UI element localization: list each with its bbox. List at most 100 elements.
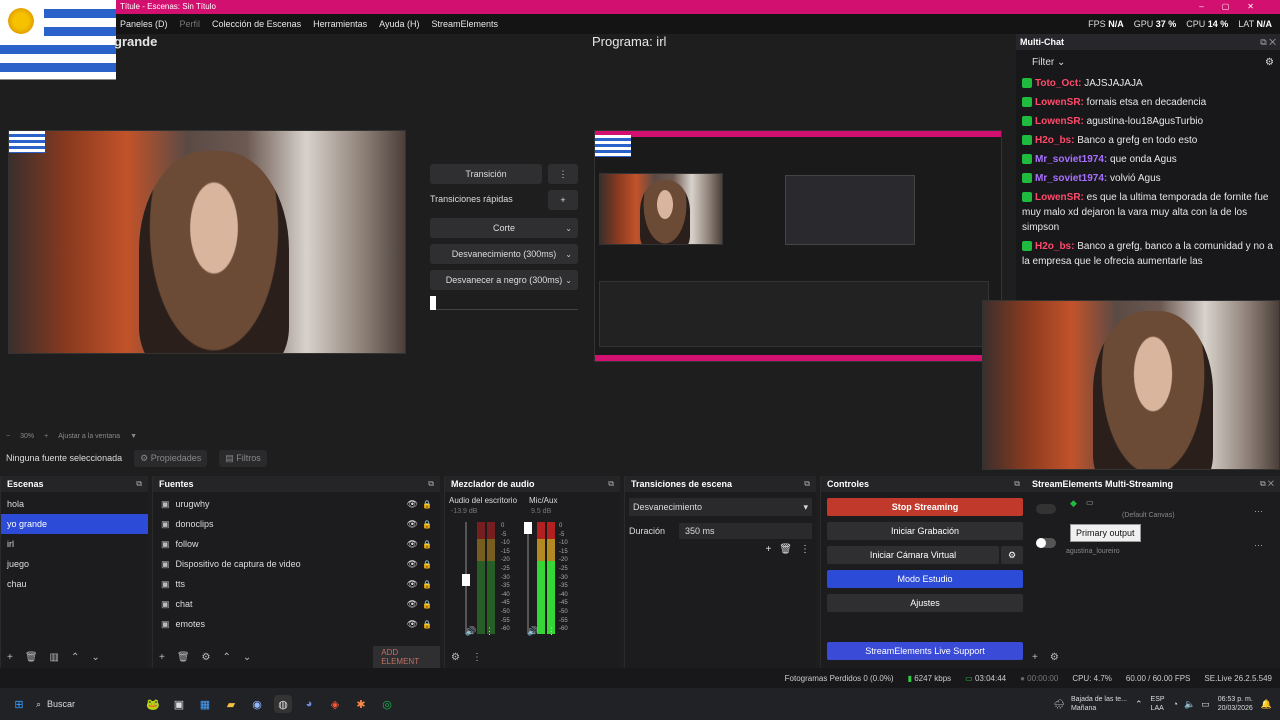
tbar-handle[interactable]	[430, 296, 436, 310]
desktop-volume-slider[interactable]	[462, 522, 470, 634]
program-canvas[interactable]	[594, 130, 1002, 362]
chat-username[interactable]: LowenSR:	[1035, 97, 1084, 108]
lock-icon[interactable]: 🔒	[422, 500, 432, 509]
spotify-icon[interactable]: ◎	[378, 695, 396, 713]
zoom-in-button[interactable]: +	[44, 433, 48, 440]
source-item[interactable]: ▣ Dispositivo de captura de video 👁 🔒	[153, 554, 440, 574]
add-icon[interactable]: +	[765, 544, 771, 555]
move-up-icon[interactable]: ⌃	[223, 652, 231, 663]
output-toggle[interactable]	[1036, 504, 1056, 514]
taskbar-search[interactable]: ⌕ Buscar	[36, 699, 136, 710]
visibility-icon[interactable]: 👁	[407, 519, 418, 530]
transition-menu-button[interactable]: ⋮	[548, 164, 578, 184]
scene-item[interactable]: hola	[1, 494, 148, 514]
add-icon[interactable]: +	[1032, 652, 1038, 663]
filter-icon[interactable]: ▥	[50, 652, 59, 663]
trash-icon[interactable]: 🗑	[25, 652, 38, 663]
transition-button[interactable]: Transición	[430, 164, 542, 184]
quick-transition-fade-black[interactable]: Desvanecer a negro (300ms) ⌄	[430, 270, 578, 290]
mic-kebab-icon[interactable]: ⋮	[547, 626, 556, 637]
mic-speaker-icon[interactable]: 🔊	[527, 626, 538, 637]
gear-icon[interactable]: ⚙	[202, 652, 211, 663]
chat-username[interactable]: LowenSR:	[1035, 116, 1084, 127]
lock-icon[interactable]: 🔒	[422, 600, 432, 609]
window-controls[interactable]: –▢✕	[1199, 0, 1272, 14]
dock-controls-icon[interactable]: ⧉ ✕	[1260, 479, 1274, 489]
wifi-icon[interactable]: ◔	[1173, 699, 1178, 710]
obs-icon[interactable]: ◍	[274, 695, 292, 713]
visibility-icon[interactable]: 👁	[407, 499, 418, 510]
popout-icon[interactable]: ⧉	[804, 479, 810, 489]
start-recording-button[interactable]: Iniciar Grabación	[827, 522, 1023, 540]
start-virtual-cam-button[interactable]: Iniciar Cámara Virtual	[827, 546, 999, 564]
task-view-icon[interactable]: ▣	[170, 695, 188, 713]
widgets-icon[interactable]: 🐸	[144, 695, 162, 713]
visibility-icon[interactable]: 👁	[407, 619, 418, 630]
store-icon[interactable]: ▦	[196, 695, 214, 713]
chat-username[interactable]: Toto_Oct:	[1035, 78, 1081, 89]
notification-icon[interactable]: 🔔	[1261, 699, 1272, 710]
add-quick-transition-button[interactable]: +	[548, 190, 578, 210]
filter-dropdown[interactable]: Filter ⌄	[1032, 57, 1065, 68]
tbar-slider[interactable]	[430, 296, 578, 310]
chat-username[interactable]: Mr_soviet1974:	[1035, 154, 1107, 165]
output-toggle-2[interactable]	[1036, 538, 1056, 548]
lock-icon[interactable]: 🔒	[422, 520, 432, 529]
more-icon[interactable]: ⋯	[1254, 506, 1263, 517]
scene-item[interactable]: juego	[1, 554, 148, 574]
filters-button[interactable]: ▤ Filtros	[219, 449, 267, 467]
scene-item[interactable]: chau	[1, 574, 148, 594]
zoom-out-button[interactable]: −	[6, 433, 10, 440]
visibility-icon[interactable]: 👁	[407, 579, 418, 590]
trash-icon[interactable]: 🗑	[177, 652, 190, 663]
move-up-icon[interactable]: ⌃	[71, 652, 79, 663]
desktop-volume-handle[interactable]	[462, 574, 470, 586]
app-icon[interactable]: ✱	[352, 695, 370, 713]
kebab-icon[interactable]: ⋮	[800, 544, 810, 555]
add-icon[interactable]: +	[159, 652, 165, 663]
more-icon[interactable]: ⋯	[1254, 540, 1263, 551]
transition-select[interactable]: Desvanecimiento ▾	[629, 498, 812, 516]
lock-icon[interactable]: 🔒	[422, 560, 432, 569]
chevron-down-icon[interactable]: ▼	[130, 433, 137, 440]
add-element-button[interactable]: ADD ELEMENT	[373, 646, 440, 668]
popout-icon[interactable]: ⧉	[428, 479, 434, 489]
add-icon[interactable]: +	[7, 652, 13, 663]
chat-username[interactable]: Mr_soviet1974:	[1035, 173, 1107, 184]
scene-item[interactable]: yo grande	[1, 514, 148, 534]
menu-item-paneles-d-[interactable]: Paneles (D)	[120, 19, 168, 29]
visibility-icon[interactable]: 👁	[407, 559, 418, 570]
mixer-settings-icon[interactable]: ⚙	[451, 652, 460, 663]
chevron-up-icon[interactable]: ⌃	[1135, 699, 1143, 710]
popout-icon[interactable]: ⧉	[136, 479, 142, 489]
menu-item-streamelements[interactable]: StreamElements	[432, 19, 499, 29]
desktop-speaker-icon[interactable]: 🔊	[465, 626, 476, 637]
language-indicator[interactable]: ESP LAA	[1151, 695, 1165, 713]
trash-icon[interactable]: 🗑	[779, 544, 792, 555]
properties-button[interactable]: ⚙ Propiedades	[134, 449, 208, 467]
menu-item-perfil[interactable]: Perfil	[180, 19, 201, 29]
popout-icon[interactable]: ⧉	[608, 479, 614, 489]
live-support-button[interactable]: StreamElements Live Support	[827, 642, 1023, 660]
duration-input[interactable]: 350 ms	[679, 523, 812, 539]
visibility-icon[interactable]: 👁	[407, 599, 418, 610]
preview-canvas[interactable]	[8, 130, 406, 354]
kebab-icon[interactable]: ⋮	[472, 652, 482, 663]
source-item[interactable]: ▣ emotes 👁 🔒	[153, 614, 440, 634]
lock-icon[interactable]: 🔒	[422, 620, 432, 629]
source-item[interactable]: ▣ chat 👁 🔒	[153, 594, 440, 614]
clock[interactable]: 06:53 p. m. 20/03/2026	[1218, 695, 1253, 713]
chat-username[interactable]: H2o_bs:	[1035, 241, 1074, 252]
mic-volume-slider[interactable]	[524, 522, 532, 634]
lock-icon[interactable]: 🔒	[422, 580, 432, 589]
brave-icon[interactable]: ◈	[326, 695, 344, 713]
move-down-icon[interactable]: ⌄	[243, 652, 251, 663]
chat-username[interactable]: H2o_bs:	[1035, 135, 1074, 146]
quick-transition-cut[interactable]: Corte ⌄	[430, 218, 578, 238]
source-item[interactable]: ▣ donoclips 👁 🔒	[153, 514, 440, 534]
lock-icon[interactable]: 🔒	[422, 540, 432, 549]
volume-icon[interactable]: 🔈	[1184, 699, 1195, 710]
menu-item-herramientas[interactable]: Herramientas	[313, 19, 367, 29]
visibility-icon[interactable]: 👁	[407, 539, 418, 550]
discord-icon[interactable]: ◕	[300, 695, 318, 713]
